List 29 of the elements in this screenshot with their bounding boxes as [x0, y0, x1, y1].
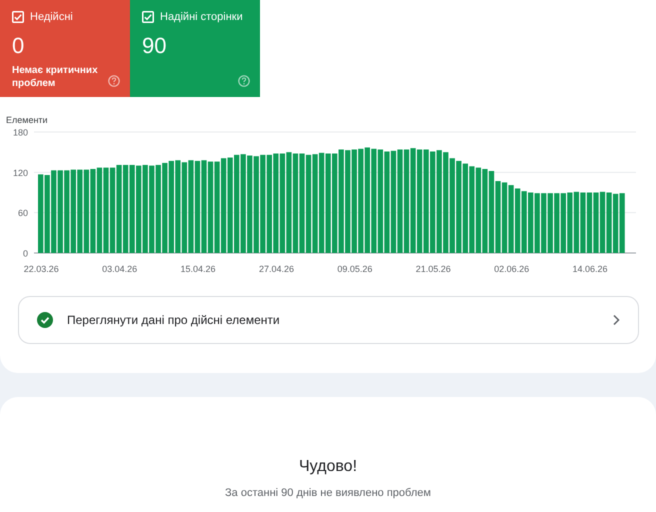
empty-state-message: За останні 90 днів не виявлено проблем	[225, 486, 431, 501]
card-note: Немає критичних проблем	[12, 64, 99, 90]
x-axis-label: 27.04.26	[258, 264, 294, 274]
x-axis-label: 02.06.26	[494, 264, 530, 274]
chevron-right-icon	[612, 314, 620, 326]
help-icon[interactable]	[238, 75, 250, 87]
empty-state-title: Чудово!	[298, 457, 358, 477]
card-label: Недійсні	[30, 10, 73, 25]
status-card[interactable]: Надійні сторінки 90	[130, 0, 260, 97]
check-circle-icon	[37, 312, 53, 328]
y-axis-label: 0	[22, 248, 28, 258]
help-icon[interactable]	[108, 75, 120, 87]
status-card[interactable]: Недійсні 0 Немає критичних проблем	[0, 0, 130, 97]
x-axis-label: 14.06.26	[572, 264, 608, 274]
y-axis-label: 120	[12, 167, 28, 178]
card-count: 90	[142, 32, 166, 60]
y-axis-label: 180	[12, 127, 28, 137]
x-axis-label: 09.05.26	[337, 264, 372, 274]
x-axis-label: 15.04.26	[180, 264, 216, 274]
checked-checkbox-icon[interactable]	[12, 11, 24, 24]
y-axis-title: Елементи	[6, 114, 48, 127]
details-link-row[interactable]: Переглянути дані про дійсні елементи	[18, 296, 639, 344]
x-axis-label: 22.03.26	[24, 264, 59, 274]
card-count: 0	[12, 32, 24, 60]
x-axis-label: 21.05.26	[416, 264, 451, 274]
x-axis-label: 03.04.26	[102, 264, 138, 274]
y-axis-label: 60	[18, 208, 28, 218]
checked-checkbox-icon[interactable]	[142, 11, 154, 24]
card-label: Надійні сторінки	[160, 10, 243, 25]
